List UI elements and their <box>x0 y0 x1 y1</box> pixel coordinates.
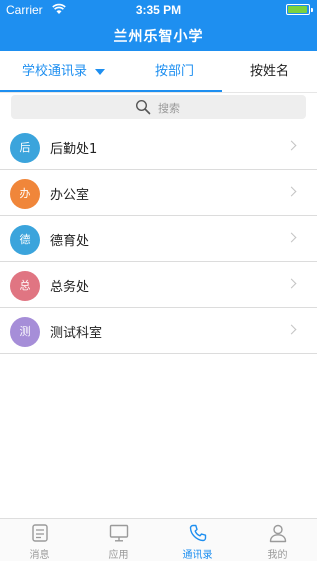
department-label: 办公室 <box>50 188 90 203</box>
user-icon <box>269 524 287 543</box>
chevron-right-icon <box>286 186 297 197</box>
search-icon <box>135 99 151 115</box>
tabbar-label: 消息 <box>29 550 50 561</box>
department-label: 测试科室 <box>50 326 103 341</box>
status-bar: Carrier 3:35 PM <box>0 0 317 22</box>
school-directory-label: 学校通讯录 <box>21 64 87 79</box>
list-item[interactable]: 总 总务处 <box>0 262 317 308</box>
caret-down-icon <box>95 68 105 75</box>
tabbar-label: 应用 <box>108 550 129 561</box>
active-tab-underline <box>127 90 222 92</box>
list-item[interactable]: 后 后勤处1 <box>0 124 317 170</box>
list-item[interactable]: 测 测试科室 <box>0 308 317 354</box>
tabbar-item-messages[interactable]: 消息 <box>0 519 79 561</box>
chevron-right-icon <box>286 140 297 151</box>
search-bar: 搜索 <box>0 93 317 121</box>
page-title: 兰州乐智小学 <box>113 29 204 45</box>
tabbar-item-apps[interactable]: 应用 <box>79 519 158 561</box>
phone-icon <box>189 524 207 542</box>
clock: 3:35 PM <box>135 3 182 17</box>
chevron-right-icon <box>286 232 297 243</box>
message-icon <box>32 524 48 542</box>
chevron-right-icon <box>286 278 297 289</box>
department-label: 后勤处1 <box>50 142 98 157</box>
tabbar-item-contacts[interactable]: 通讯录 <box>158 519 237 561</box>
department-list: 后 后勤处1 办 办公室 德 德育处 总 总务处 测 测试科室 <box>0 124 317 354</box>
tabbar-label: 我的 <box>267 550 288 561</box>
chevron-right-icon <box>286 324 297 335</box>
department-label: 德育处 <box>50 234 90 249</box>
contact-tabs: 学校通讯录 按部门 按姓名 <box>0 51 317 93</box>
search-placeholder: 搜索 <box>158 102 180 115</box>
avatar: 德 <box>10 225 40 255</box>
avatar: 总 <box>10 271 40 301</box>
search-input[interactable]: 搜索 <box>11 95 306 119</box>
avatar: 测 <box>10 317 40 347</box>
list-item[interactable]: 德 德育处 <box>0 216 317 262</box>
dropdown-underline <box>0 90 127 92</box>
avatar: 办 <box>10 179 40 209</box>
bottom-tab-bar: 消息 应用 通讯录 我的 <box>0 518 317 561</box>
monitor-icon <box>109 524 129 542</box>
department-label: 总务处 <box>50 280 90 295</box>
battery-icon <box>286 4 313 15</box>
avatar: 后 <box>10 133 40 163</box>
list-item[interactable]: 办 办公室 <box>0 170 317 216</box>
tabbar-label: 通讯录 <box>182 550 213 561</box>
school-directory-dropdown[interactable]: 学校通讯录 <box>0 51 127 93</box>
tab-by-name[interactable]: 按姓名 <box>222 51 317 93</box>
tab-by-department[interactable]: 按部门 <box>127 51 222 93</box>
tabbar-item-profile[interactable]: 我的 <box>238 519 317 561</box>
app-header: Carrier 3:35 PM 兰州乐智小学 <box>0 0 317 51</box>
